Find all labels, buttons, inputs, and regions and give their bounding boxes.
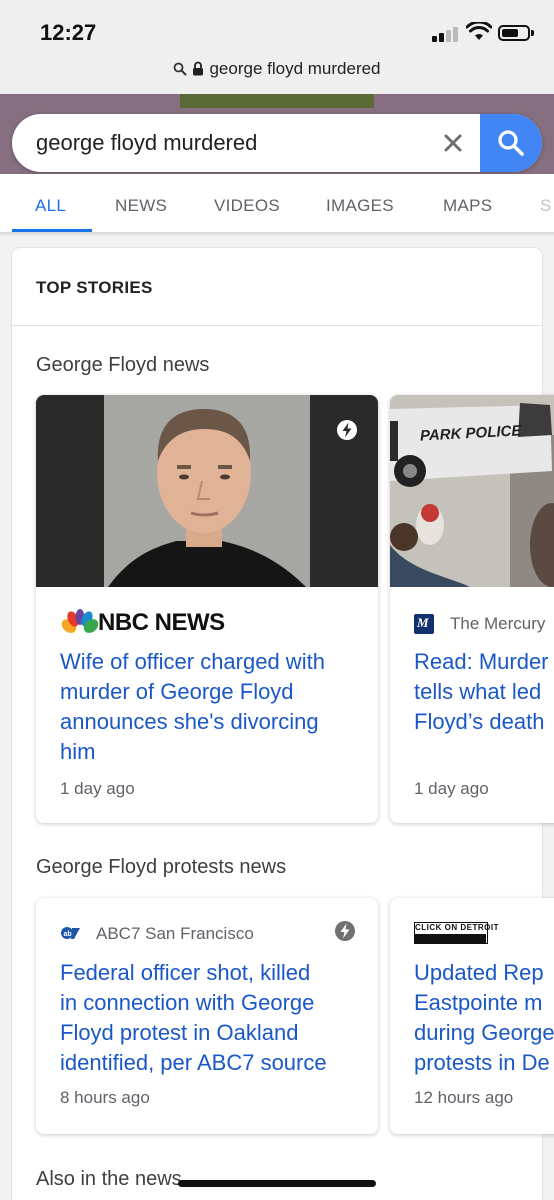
news-card[interactable]: CLICK ON DETROIT Updated Rep Eastpointe … — [390, 898, 554, 1134]
headline-line: Wife of officer charged with — [60, 649, 325, 674]
headline-line: Floyd’s death — [414, 709, 545, 734]
headline-line: him — [60, 739, 96, 764]
top-stories-card: TOP STORIES George Floyd news NBC NEWS W… — [12, 248, 554, 1200]
amp-lightning-icon — [337, 420, 357, 440]
headline-line: identified, per ABC7 source — [60, 1050, 327, 1075]
source-name: ABC7 San Francisco — [96, 924, 254, 943]
search-tabs: ALL NEWS VIDEOS IMAGES MAPS S — [0, 174, 554, 234]
abc7-logo-icon: abc — [61, 927, 80, 939]
news-card[interactable]: PARK POLICE M The Mercury Read: Murder t… — [390, 395, 554, 823]
tab-shopping[interactable]: S — [540, 196, 552, 216]
tab-images[interactable]: IMAGES — [326, 196, 394, 216]
battery-icon — [498, 25, 534, 41]
headline-line: tells what led — [414, 679, 542, 704]
mercury-logo-icon: M — [414, 614, 434, 634]
tab-maps[interactable]: MAPS — [443, 196, 492, 216]
lock-icon — [193, 61, 204, 76]
story-age: 1 day ago — [414, 779, 489, 798]
source-name: The Mercury — [450, 614, 546, 633]
search-box[interactable]: george floyd murdered — [12, 114, 542, 172]
section-title: Also in the news — [36, 1168, 182, 1190]
url-text: george floyd murdered — [209, 59, 381, 78]
headline-line: Read: Murder — [414, 649, 549, 674]
wifi-icon — [466, 22, 492, 40]
news-card[interactable]: abc ABC7 San Francisco Federal officer s… — [36, 898, 378, 1134]
story-headline[interactable]: Read: Murder tells what led Floyd’s deat… — [414, 647, 554, 737]
clear-icon[interactable] — [432, 122, 474, 164]
headline-line: during George — [414, 1020, 554, 1045]
section-title: George Floyd protests news — [36, 856, 287, 878]
headline-line: Updated Rep — [414, 960, 544, 985]
headline-line: Floyd protest in Oakland — [60, 1020, 299, 1045]
news-card[interactable]: NBC NEWS Wife of officer charged with mu… — [36, 395, 378, 823]
home-indicator[interactable] — [178, 1180, 376, 1187]
story-thumbnail — [36, 395, 378, 587]
search-icon — [498, 130, 524, 156]
story-age: 1 day ago — [60, 779, 135, 798]
cellular-signal-icon — [432, 26, 460, 42]
url-bar[interactable]: george floyd murdered — [0, 56, 554, 94]
status-bar: 12:27 — [0, 0, 554, 56]
source-name: CLICK ON DETROIT — [415, 923, 499, 932]
clickondetroit-logo: CLICK ON DETROIT — [414, 922, 499, 944]
headline-line: announces she's divorcing — [60, 709, 319, 734]
amp-lightning-icon — [335, 921, 355, 941]
search-icon — [174, 62, 187, 76]
headline-line: protests in De — [414, 1050, 550, 1075]
story-thumbnail: PARK POLICE — [390, 395, 554, 587]
tab-all[interactable]: ALL — [35, 196, 66, 216]
section-title: George Floyd news — [36, 354, 210, 376]
headline-line: murder of George Floyd — [60, 679, 294, 704]
source-name: NBC NEWS — [98, 609, 225, 636]
tabs-shadow — [0, 232, 554, 236]
doodle-image[interactable] — [180, 94, 374, 108]
divider — [12, 325, 542, 326]
story-age: 8 hours ago — [60, 1088, 150, 1107]
tab-news[interactable]: NEWS — [115, 196, 167, 216]
search-button[interactable] — [480, 114, 542, 172]
headline-line: Federal officer shot, killed — [60, 960, 311, 985]
story-headline[interactable]: Federal officer shot, killed in connecti… — [60, 958, 364, 1078]
story-age: 12 hours ago — [414, 1088, 514, 1107]
headline-line: in connection with George — [60, 990, 315, 1015]
top-stories-heading: TOP STORIES — [36, 278, 153, 297]
tab-videos[interactable]: VIDEOS — [214, 196, 280, 216]
story-headline[interactable]: Wife of officer charged with murder of G… — [60, 647, 364, 767]
search-input[interactable]: george floyd murdered — [36, 130, 257, 156]
story-headline[interactable]: Updated Rep Eastpointe m during George p… — [414, 958, 554, 1078]
headline-line: Eastpointe m — [414, 990, 543, 1015]
status-time: 12:27 — [40, 20, 97, 45]
